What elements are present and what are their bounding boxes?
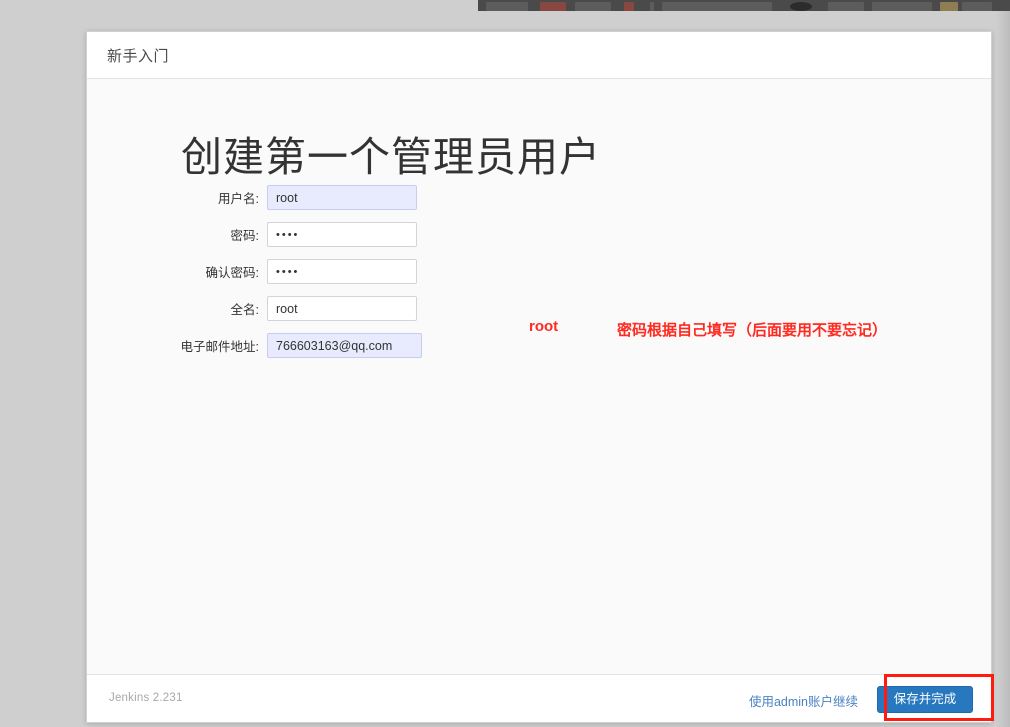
panel-body: 创建第一个管理员用户 用户名: 密码: 确认密码: bbox=[87, 79, 991, 674]
form-row-confirm-password: 确认密码: bbox=[87, 253, 991, 290]
setup-wizard-panel: 新手入门 创建第一个管理员用户 用户名: 密码: 确认密码: bbox=[86, 31, 992, 723]
field-wrapper-fullname bbox=[267, 296, 417, 321]
label-confirm-password: 确认密码: bbox=[205, 266, 259, 280]
annotation-password-note: 密码根据自己填写（后面要用不要忘记） bbox=[617, 322, 888, 339]
form-row-username: 用户名: bbox=[87, 179, 991, 216]
strip-blob bbox=[828, 2, 864, 11]
form-row-password: 密码: bbox=[87, 216, 991, 253]
field-wrapper-password bbox=[267, 222, 417, 247]
fullname-input[interactable] bbox=[267, 296, 417, 321]
setup-heading: 创建第一个管理员用户 bbox=[181, 134, 601, 180]
panel-header: 新手入门 bbox=[87, 32, 991, 79]
label-username: 用户名: bbox=[218, 192, 259, 206]
annotation-username-note: root bbox=[529, 318, 559, 335]
email-input[interactable] bbox=[267, 333, 422, 358]
strip-blob bbox=[662, 2, 772, 11]
strip-blob bbox=[872, 2, 932, 11]
cropped-window-strip bbox=[0, 0, 1010, 11]
strip-blob bbox=[650, 2, 654, 11]
panel-footer: Jenkins 2.231 使用admin账户继续 保存并完成 bbox=[87, 674, 991, 722]
strip-blob bbox=[790, 2, 812, 11]
strip-blob bbox=[540, 2, 566, 11]
save-and-finish-button[interactable]: 保存并完成 bbox=[877, 686, 973, 713]
jenkins-version-label: Jenkins 2.231 bbox=[109, 692, 183, 704]
field-wrapper-confirm-password bbox=[267, 259, 417, 284]
field-wrapper-username bbox=[267, 185, 417, 210]
strip-blob bbox=[575, 2, 611, 11]
label-password: 密码: bbox=[230, 229, 259, 243]
strip-blob bbox=[486, 2, 528, 11]
password-input[interactable] bbox=[267, 222, 417, 247]
confirm-password-input[interactable] bbox=[267, 259, 417, 284]
strip-blob bbox=[940, 2, 958, 11]
strip-blob bbox=[962, 2, 992, 11]
continue-as-admin-link[interactable]: 使用admin账户继续 bbox=[749, 691, 858, 710]
username-input[interactable] bbox=[267, 185, 417, 210]
page-right-edge bbox=[996, 11, 1010, 727]
strip-left-filler bbox=[0, 0, 478, 11]
field-wrapper-email bbox=[267, 333, 422, 358]
strip-blob bbox=[624, 2, 634, 11]
label-email: 电子邮件地址: bbox=[180, 340, 259, 354]
label-fullname: 全名: bbox=[230, 303, 259, 317]
page-title: 新手入门 bbox=[107, 47, 170, 65]
